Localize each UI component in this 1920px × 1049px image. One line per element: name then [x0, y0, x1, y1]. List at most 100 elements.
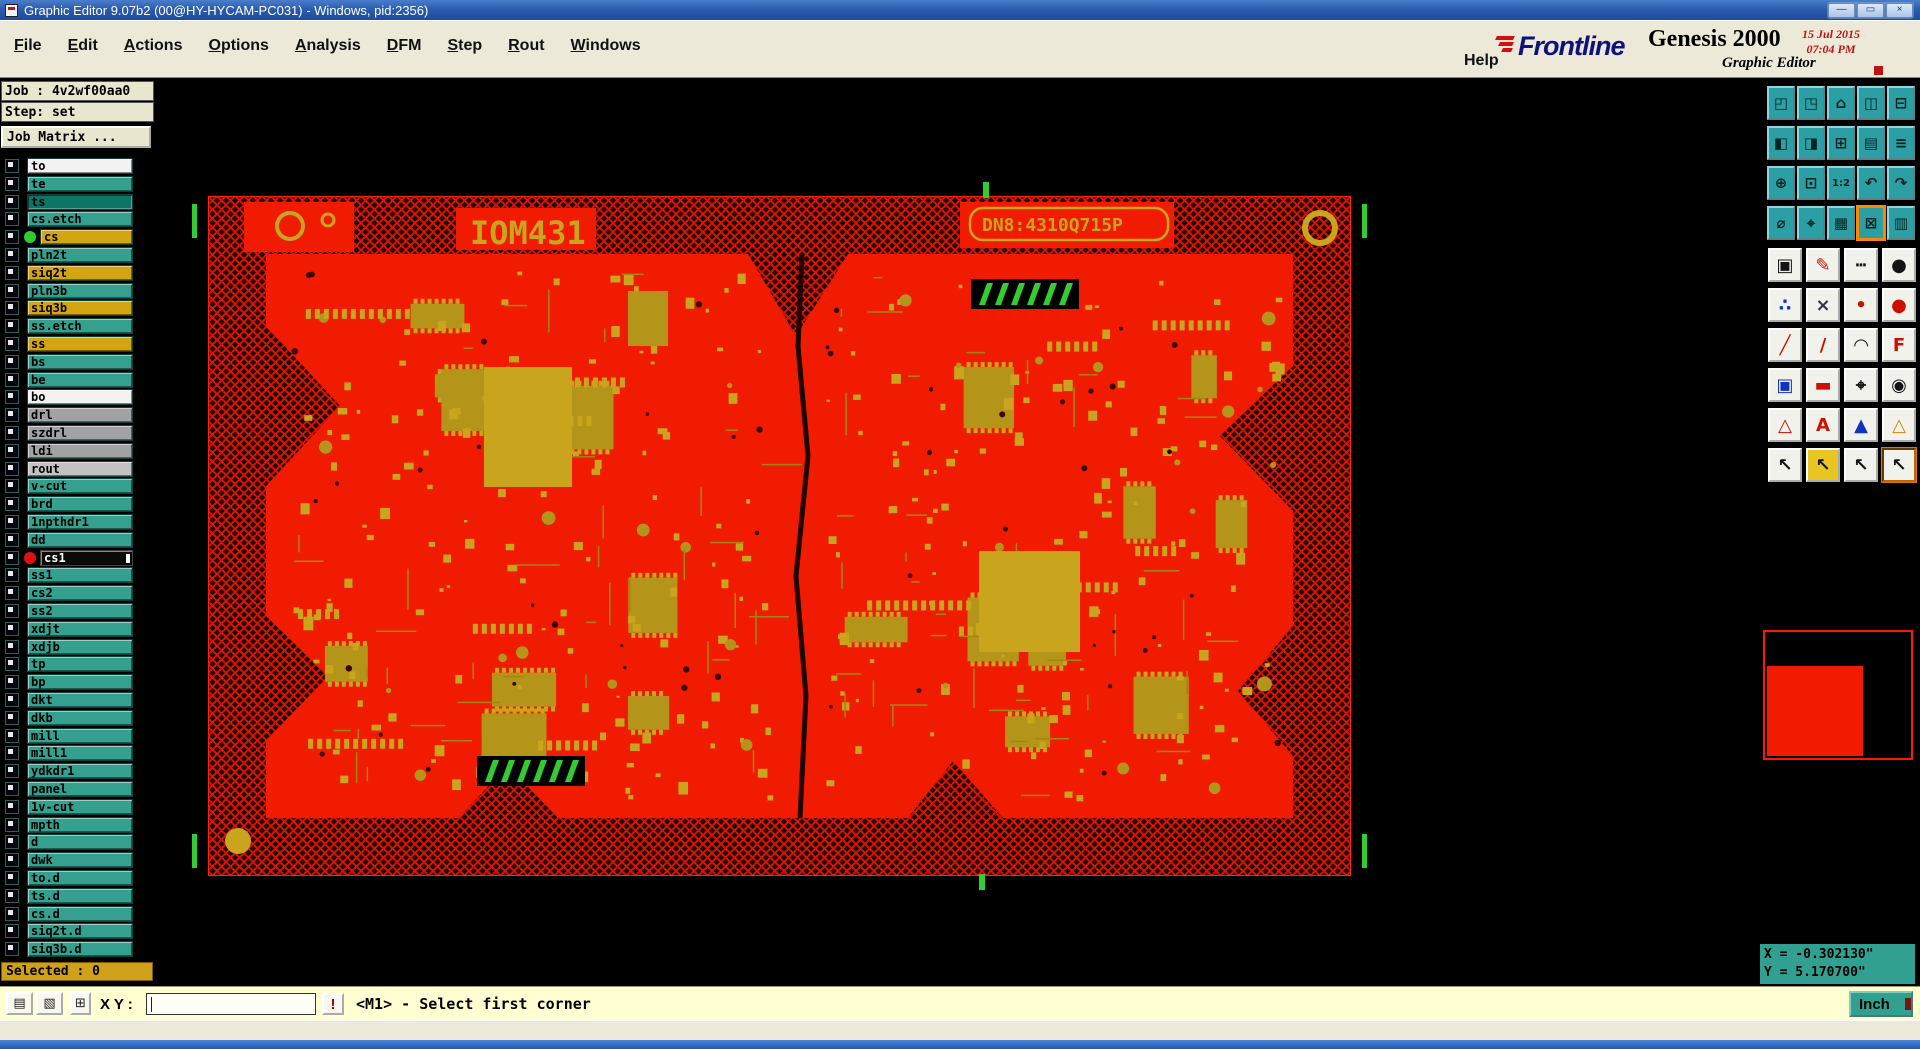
- spiral-tool-button[interactable]: ◉: [1882, 368, 1916, 402]
- layer-visibility-toggle[interactable]: [5, 212, 19, 227]
- layer-name-ss.etch[interactable]: ss.etch: [27, 318, 133, 335]
- layer-visibility-toggle[interactable]: [5, 176, 19, 191]
- layer-name-mill1[interactable]: mill1: [27, 745, 133, 762]
- zoom-window-button[interactable]: ◰: [1767, 86, 1795, 120]
- main-canvas[interactable]: IOM431 DN8:4310Q715P: [160, 78, 1760, 986]
- layer-name-v-cut[interactable]: v-cut: [27, 478, 133, 495]
- target-point-button[interactable]: ⌖: [1797, 206, 1825, 240]
- line-tool-button[interactable]: ╱: [1768, 328, 1802, 362]
- dashed-line-tool-button[interactable]: ┅: [1844, 248, 1878, 282]
- layer-visibility-toggle[interactable]: [5, 710, 19, 725]
- layer-visibility-toggle[interactable]: [5, 283, 19, 298]
- layer-name-siq2t[interactable]: siq2t: [27, 264, 133, 281]
- triangle-outline-tool-button[interactable]: △: [1768, 408, 1802, 442]
- layer-visibility-toggle[interactable]: [5, 194, 19, 209]
- layer-visibility-toggle[interactable]: [5, 443, 19, 458]
- layer-visibility-toggle[interactable]: [5, 746, 19, 761]
- layer-visibility-toggle[interactable]: [5, 764, 19, 779]
- snap-grid-button[interactable]: ⊠: [1857, 206, 1885, 240]
- layer-visibility-toggle[interactable]: [5, 532, 19, 547]
- layer-visibility-toggle[interactable]: [5, 621, 19, 636]
- maximize-button[interactable]: ▭: [1857, 3, 1884, 18]
- layer-name-dwk[interactable]: dwk: [27, 852, 133, 869]
- triangle-filled-tool-button[interactable]: ▲: [1844, 408, 1878, 442]
- layer-visibility-toggle[interactable]: [5, 835, 19, 850]
- layer-visibility-toggle[interactable]: [5, 426, 19, 440]
- layer-visibility-toggle[interactable]: [5, 354, 19, 369]
- job-matrix-button[interactable]: Job Matrix ...: [1, 126, 151, 148]
- layer-name-szdrl[interactable]: szdrl: [27, 425, 133, 441]
- layer-name-te[interactable]: te: [27, 175, 133, 192]
- layer-name-ldi[interactable]: ldi: [27, 442, 133, 459]
- layer-name-ts.d[interactable]: ts.d: [27, 887, 133, 904]
- scale-1-2-button[interactable]: 1:2: [1827, 166, 1855, 200]
- layer-visibility-toggle[interactable]: [5, 799, 19, 814]
- layer-name-cs[interactable]: cs: [40, 229, 133, 246]
- layer-name-rout[interactable]: rout: [27, 460, 133, 477]
- zoom-view-button[interactable]: ◳: [1797, 86, 1825, 120]
- cascade-windows-button[interactable]: ◫: [1857, 86, 1885, 120]
- filled-circle-tool-button[interactable]: ●: [1882, 248, 1916, 282]
- layer-visibility-toggle[interactable]: [5, 604, 19, 618]
- layer-visibility-toggle[interactable]: [5, 675, 19, 690]
- layer-name-cs2[interactable]: cs2: [27, 585, 133, 602]
- delete-tool-button[interactable]: ×: [1806, 288, 1840, 322]
- layer-visibility-toggle[interactable]: [5, 782, 19, 796]
- layer-name-tp[interactable]: tp: [27, 656, 133, 673]
- layer-name-pln2t[interactable]: pln2t: [27, 247, 133, 263]
- menu-dfm[interactable]: DFM: [383, 35, 426, 57]
- bar-tool-button[interactable]: ▬: [1806, 368, 1840, 402]
- active-cursor-tool-button[interactable]: ↖: [1882, 448, 1916, 482]
- menu-windows[interactable]: Windows: [567, 35, 645, 57]
- layer-name-siq3b[interactable]: siq3b: [27, 300, 133, 317]
- layer-name-ss2[interactable]: ss2: [27, 603, 133, 619]
- dot-pad-tool-button[interactable]: ●: [1882, 288, 1916, 322]
- layer-name-bs[interactable]: bs: [27, 353, 133, 370]
- pattern-fill-button[interactable]: ▥: [1887, 206, 1915, 240]
- scatter-tool-button[interactable]: ∴: [1768, 288, 1802, 322]
- close-button[interactable]: ×: [1886, 3, 1913, 18]
- mirror-text-tool-button[interactable]: F: [1882, 328, 1916, 362]
- layer-name-mpth[interactable]: mpth: [27, 816, 133, 833]
- layer-name-be[interactable]: be: [27, 371, 133, 388]
- menu-step[interactable]: Step: [443, 35, 486, 57]
- undo-view-button[interactable]: ↶: [1857, 166, 1885, 200]
- alert-button[interactable]: !: [322, 993, 344, 1015]
- menu-file[interactable]: File: [10, 35, 46, 57]
- layer-visibility-toggle[interactable]: [5, 319, 19, 334]
- capture-page-button[interactable]: ▤: [6, 992, 33, 1015]
- grid-display-button[interactable]: ▦: [1827, 206, 1855, 240]
- layer-name-1v-cut[interactable]: 1v-cut: [27, 798, 133, 815]
- layer-name-bp[interactable]: bp: [27, 674, 133, 691]
- layer-name-to[interactable]: to: [27, 158, 133, 174]
- layer-name-siq2t.d[interactable]: siq2t.d: [27, 923, 133, 940]
- layer-visibility-toggle[interactable]: [5, 906, 19, 921]
- layer-name-panel[interactable]: panel: [27, 781, 133, 797]
- layer-visibility-toggle[interactable]: [5, 265, 19, 280]
- layer-visibility-toggle[interactable]: [5, 693, 19, 707]
- xy-coordinate-input[interactable]: [146, 993, 316, 1015]
- layer-visibility-toggle[interactable]: [5, 942, 19, 957]
- layer-name-bo[interactable]: bo: [27, 389, 133, 406]
- layer-visibility-toggle[interactable]: [5, 871, 19, 885]
- layer-name-cs.d[interactable]: cs.d: [27, 905, 133, 922]
- select-cursor-tool-button[interactable]: ↖: [1768, 448, 1802, 482]
- home-view-button[interactable]: ⌂: [1827, 86, 1855, 120]
- layer-visibility-toggle[interactable]: [5, 390, 19, 405]
- layer-name-dd[interactable]: dd: [27, 531, 133, 548]
- layer-visibility-toggle[interactable]: [5, 230, 19, 245]
- zoom-all-button[interactable]: ⊞: [1827, 126, 1855, 160]
- layer-name-pln3b[interactable]: pln3b: [27, 282, 133, 299]
- layer-name-drl[interactable]: drl: [27, 407, 133, 424]
- pad-frame-tool-button[interactable]: ▣: [1768, 368, 1802, 402]
- layer-name-cs.etch[interactable]: cs.etch: [27, 211, 133, 228]
- layer-name-ydkdr1[interactable]: ydkdr1: [27, 763, 133, 780]
- layer-name-siq3b.d[interactable]: siq3b.d: [27, 941, 133, 958]
- layer-visibility-toggle[interactable]: [5, 408, 19, 423]
- layer-name-ss[interactable]: ss: [27, 336, 133, 352]
- next-window-button[interactable]: ◨: [1797, 126, 1825, 160]
- layer-visibility-toggle[interactable]: [5, 817, 19, 832]
- layer-visibility-toggle[interactable]: [5, 888, 19, 903]
- layer-visibility-toggle[interactable]: [5, 497, 19, 512]
- layer-visibility-toggle[interactable]: [5, 515, 19, 529]
